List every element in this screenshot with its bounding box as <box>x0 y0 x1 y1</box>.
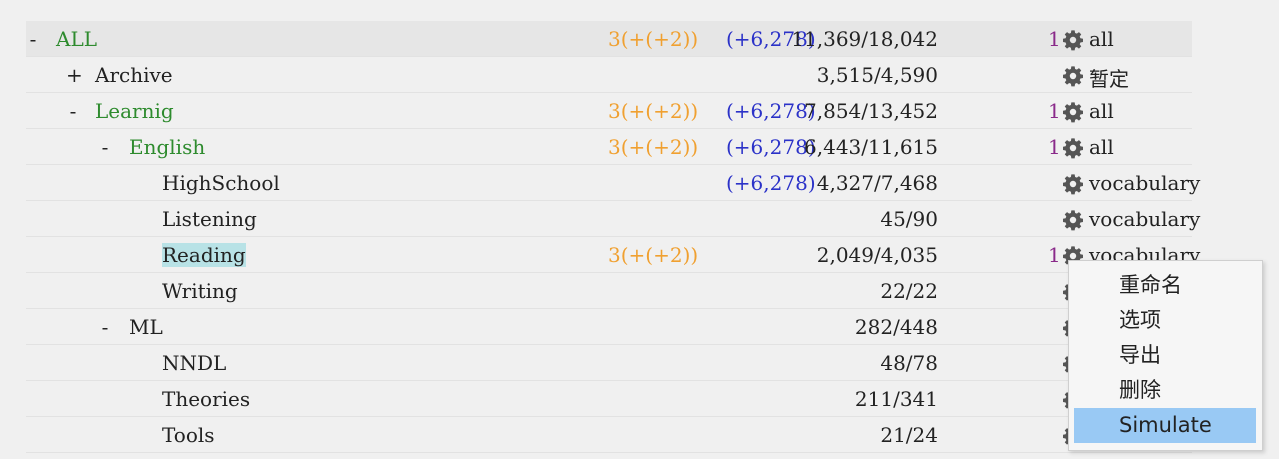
due-total: 211/341 <box>854 387 938 411</box>
menu-item-delete[interactable]: 删除 <box>1074 373 1256 408</box>
learn-count: (+6,278) <box>726 99 816 123</box>
deck-name[interactable]: Tools <box>162 423 215 447</box>
deck-row-ml[interactable]: - ML 282/448 <box>26 309 1192 345</box>
menu-item-options[interactable]: 选项 <box>1074 303 1256 338</box>
deck-name[interactable]: Theories <box>162 387 250 411</box>
menu-item-simulate[interactable]: Simulate <box>1074 408 1256 443</box>
gear-icon[interactable] <box>1062 209 1084 231</box>
due-total: 2,049/4,035 <box>816 243 938 267</box>
flag-count: 1 <box>1048 27 1061 51</box>
new-count: 3(+(+2)) <box>608 99 699 123</box>
deck-row-learnig[interactable]: - Learnig 3(+(+2)) (+6,278) 7,854/13,452… <box>26 93 1192 129</box>
menu-item-rename[interactable]: 重命名 <box>1074 268 1256 303</box>
options-preset: all <box>1089 27 1114 51</box>
flag-count: 1 <box>1048 135 1061 159</box>
collapse-toggle[interactable]: - <box>66 99 80 123</box>
deck-row-writing[interactable]: Writing 22/22 <box>26 273 1192 309</box>
options-preset: vocabulary <box>1089 207 1201 231</box>
options-preset: all <box>1089 99 1114 123</box>
due-total: 7,854/13,452 <box>804 99 938 123</box>
gear-icon[interactable] <box>1062 29 1084 51</box>
deck-row-nndl[interactable]: NNDL 48/78 <box>26 345 1192 381</box>
due-total: 11,369/18,042 <box>791 27 938 51</box>
deck-name[interactable]: ML <box>129 315 163 339</box>
due-total: 3,515/4,590 <box>816 63 938 87</box>
new-count: 3(+(+2)) <box>608 27 699 51</box>
gear-icon[interactable] <box>1062 65 1084 87</box>
flag-count: 1 <box>1048 243 1061 267</box>
gear-icon[interactable] <box>1062 137 1084 159</box>
options-preset: 暂定 <box>1089 67 1129 91</box>
flag-count: 1 <box>1048 99 1061 123</box>
deck-row-english[interactable]: - English 3(+(+2)) (+6,278) 6,443/11,615… <box>26 129 1192 165</box>
deck-name[interactable]: Listening <box>162 207 257 231</box>
deck-row-highschool[interactable]: HighSchool (+6,278) 4,327/7,468 vocabula… <box>26 165 1200 201</box>
collapse-toggle[interactable]: - <box>98 315 112 339</box>
due-total: 22/22 <box>880 279 938 303</box>
deck-row-tools[interactable]: Tools 21/24 重了 <box>26 417 1192 453</box>
due-total: 6,443/11,615 <box>804 135 938 159</box>
due-total: 282/448 <box>854 315 938 339</box>
new-count: 3(+(+2)) <box>608 135 699 159</box>
deck-row-all[interactable]: - ALL 3(+(+2)) (+6,278) 11,369/18,042 1 … <box>26 21 1192 57</box>
collapse-toggle[interactable]: - <box>98 135 112 159</box>
learn-count: (+6,278) <box>726 135 816 159</box>
deck-name[interactable]: English <box>129 135 205 159</box>
gear-icon[interactable] <box>1062 173 1084 195</box>
deck-row-listening[interactable]: Listening 45/90 vocabulary <box>26 201 1200 237</box>
due-total: 45/90 <box>880 207 938 231</box>
menu-item-export[interactable]: 导出 <box>1074 338 1256 373</box>
due-total: 48/78 <box>880 351 938 375</box>
deck-name[interactable]: Writing <box>162 279 238 303</box>
learn-count: (+6,278) <box>726 171 816 195</box>
expand-toggle[interactable]: + <box>66 63 83 87</box>
options-preset: vocabulary <box>1089 171 1201 195</box>
due-total: 21/24 <box>880 423 938 447</box>
due-total: 4,327/7,468 <box>816 171 938 195</box>
deck-row-reading[interactable]: Reading 3(+(+2)) 2,049/4,035 1 vocabular… <box>26 237 1200 273</box>
deck-row-archive[interactable]: + Archive 3,515/4,590 暂定 <box>26 57 1192 93</box>
deck-name[interactable]: Learnig <box>95 99 174 123</box>
collapse-toggle[interactable]: - <box>26 27 40 51</box>
gear-icon[interactable] <box>1062 101 1084 123</box>
deck-name[interactable]: HighSchool <box>162 171 280 195</box>
deck-name[interactable]: ALL <box>56 27 97 51</box>
deck-context-menu: 重命名 选项 导出 删除 Simulate <box>1068 260 1263 451</box>
deck-row-theories[interactable]: Theories 211/341 <box>26 381 1192 417</box>
deck-name[interactable]: NNDL <box>162 351 226 375</box>
deck-name[interactable]: Archive <box>95 63 173 87</box>
deck-list: - ALL 3(+(+2)) (+6,278) 11,369/18,042 1 … <box>26 21 1200 453</box>
options-preset: all <box>1089 135 1114 159</box>
new-count: 3(+(+2)) <box>608 243 699 267</box>
deck-name[interactable]: Reading <box>162 243 246 267</box>
